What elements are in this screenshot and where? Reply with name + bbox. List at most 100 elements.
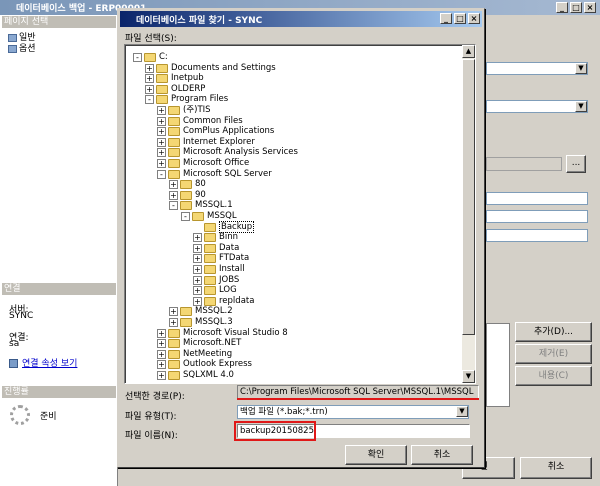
- tree-node[interactable]: + MSSQL.3: [169, 317, 233, 328]
- scroll-down-icon[interactable]: ▼: [462, 370, 475, 383]
- tree-node-label: MSSQL.1: [195, 200, 233, 211]
- close-icon[interactable]: ×: [584, 2, 596, 13]
- folder-icon: [168, 137, 180, 147]
- tree-node[interactable]: + repldata: [193, 296, 254, 307]
- expand-icon[interactable]: +: [169, 180, 178, 190]
- background-dropdown-2[interactable]: ▼: [486, 100, 588, 113]
- tree-node[interactable]: + JOBS: [193, 275, 239, 286]
- expand-icon[interactable]: +: [193, 275, 202, 285]
- connection-header: 연결: [2, 283, 116, 295]
- expand-icon[interactable]: +: [145, 84, 154, 94]
- tree-node-label: SQLXML 4.0: [183, 370, 234, 380]
- background-field-2[interactable]: [486, 210, 588, 223]
- tree-node[interactable]: + Microsoft Analysis Services: [157, 147, 298, 158]
- maximize-icon[interactable]: □: [570, 2, 582, 13]
- collapse-icon[interactable]: -: [145, 95, 154, 105]
- background-cancel-button[interactable]: 취소: [520, 457, 592, 479]
- collapse-icon[interactable]: -: [157, 169, 166, 179]
- expand-icon[interactable]: +: [169, 190, 178, 200]
- collapse-icon[interactable]: -: [181, 212, 190, 221]
- folder-icon: [168, 371, 180, 380]
- tree-node-label: repldata: [219, 295, 255, 306]
- expand-icon[interactable]: +: [157, 328, 166, 338]
- browse-button[interactable]: ...: [566, 155, 586, 173]
- tree-node[interactable]: + Install: [193, 264, 245, 275]
- tree-node[interactable]: - MSSQL.1: [169, 200, 233, 211]
- tree-node[interactable]: + Microsoft Visual Studio 8: [157, 328, 288, 339]
- connection-properties-link[interactable]: 연결 속성 보기: [9, 356, 77, 369]
- tree-node[interactable]: + SQLXML 4.0: [157, 370, 234, 381]
- collapse-icon[interactable]: -: [169, 201, 178, 211]
- minimize-icon[interactable]: _: [556, 2, 568, 13]
- destination-list[interactable]: [486, 323, 510, 407]
- tree-node[interactable]: + FTData: [193, 253, 249, 264]
- tree-node-label: Common Files: [183, 115, 243, 126]
- expand-icon[interactable]: +: [145, 74, 154, 84]
- background-field-1[interactable]: [486, 192, 588, 205]
- folder-icon: [204, 296, 216, 306]
- file-type-dropdown[interactable]: 백업 파일 (*.bak;*.trn) ▼: [237, 405, 469, 419]
- expand-icon[interactable]: +: [169, 318, 178, 327]
- tree-node[interactable]: + Internet Explorer: [157, 137, 255, 148]
- expand-icon[interactable]: +: [157, 148, 166, 158]
- collapse-icon[interactable]: -: [133, 53, 142, 62]
- tree-node[interactable]: + Outlook Express: [157, 359, 252, 370]
- tree-node[interactable]: + Common Files: [157, 116, 243, 127]
- expand-icon[interactable]: +: [157, 116, 166, 126]
- file-tree[interactable]: - C: + Documents and Settings + Inetpub + OLDER…: [124, 44, 476, 384]
- expand-icon[interactable]: +: [193, 254, 202, 264]
- folder-icon: [204, 265, 216, 274]
- remove-button[interactable]: 제거(E): [515, 344, 592, 364]
- expand-icon[interactable]: +: [157, 360, 166, 370]
- scroll-thumb[interactable]: [462, 59, 475, 335]
- expand-icon[interactable]: +: [157, 127, 166, 137]
- tree-node-label: Data: [219, 242, 240, 253]
- tree-node[interactable]: + Microsoft Office: [157, 158, 249, 169]
- tree-node[interactable]: + LOG: [193, 285, 237, 296]
- tree-node[interactable]: + Inetpub: [145, 73, 204, 84]
- tree-node[interactable]: + Data: [193, 243, 239, 254]
- contents-button[interactable]: 내용(C): [515, 366, 592, 386]
- scroll-up-icon[interactable]: ▲: [462, 45, 475, 58]
- tree-node[interactable]: - C:: [133, 52, 168, 63]
- background-dropdown-1[interactable]: ▼: [486, 62, 588, 75]
- tree-node-label: JOBS: [219, 274, 240, 285]
- expand-icon[interactable]: +: [193, 296, 202, 306]
- tree-node[interactable]: + Microsoft.NET: [157, 338, 241, 349]
- minimize-icon[interactable]: _: [440, 13, 452, 24]
- tree-scrollbar[interactable]: ▲ ▼: [462, 45, 475, 383]
- cancel-button[interactable]: 취소: [411, 445, 473, 465]
- expand-icon[interactable]: +: [145, 63, 154, 73]
- tree-node[interactable]: + (주)TIS: [157, 105, 211, 116]
- add-button[interactable]: 추가(D)...: [515, 322, 592, 342]
- selected-path-field[interactable]: C:\Program Files\Microsoft SQL Server\MS…: [237, 385, 479, 399]
- expand-icon[interactable]: +: [157, 339, 166, 349]
- close-icon[interactable]: ×: [468, 13, 480, 24]
- folder-icon: [168, 127, 180, 137]
- expand-icon[interactable]: +: [157, 106, 166, 115]
- expand-icon[interactable]: +: [157, 159, 166, 168]
- expand-icon[interactable]: +: [193, 286, 202, 296]
- page-item-options[interactable]: 옵션: [8, 41, 36, 54]
- tree-node[interactable]: +90: [169, 190, 206, 201]
- ok-button[interactable]: 확인: [345, 445, 407, 465]
- background-field-3[interactable]: [486, 229, 588, 242]
- tree-node[interactable]: +80: [169, 179, 206, 190]
- expand-icon[interactable]: +: [169, 307, 178, 317]
- tree-node[interactable]: + Documents and Settings: [145, 63, 276, 74]
- tree-node[interactable]: + NetMeeting: [157, 349, 232, 360]
- expand-icon[interactable]: +: [157, 371, 166, 380]
- expand-icon[interactable]: +: [157, 137, 166, 147]
- maximize-icon[interactable]: □: [454, 13, 466, 24]
- tree-node[interactable]: + MSSQL.2: [169, 306, 233, 317]
- tree-node[interactable]: - Program Files: [145, 94, 228, 105]
- expand-icon[interactable]: +: [157, 349, 166, 359]
- tree-node[interactable]: + Binn: [193, 232, 238, 243]
- expand-icon[interactable]: +: [193, 265, 202, 274]
- tree-node[interactable]: Backup: [193, 220, 255, 233]
- tree-node[interactable]: + ComPlus Applications: [157, 126, 274, 137]
- tree-node[interactable]: - Microsoft SQL Server: [157, 169, 272, 180]
- expand-icon[interactable]: +: [193, 243, 202, 253]
- tree-node[interactable]: + OLDERP: [145, 84, 205, 95]
- expand-icon[interactable]: +: [193, 233, 202, 243]
